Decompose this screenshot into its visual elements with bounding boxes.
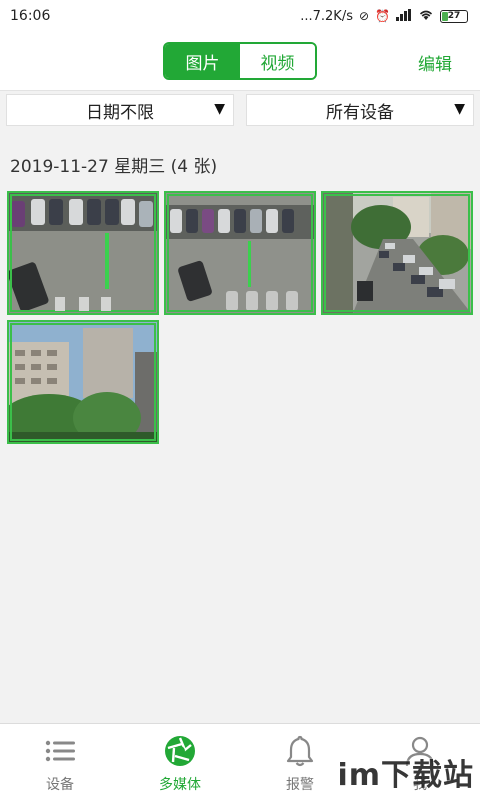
status-bar: 16:06 ...7.2K/s ⊘ ⏰ 27 — [0, 0, 480, 32]
top-bar: 图片 视频 编辑 — [0, 32, 480, 91]
date-filter-label: 日期不限 — [86, 102, 154, 123]
battery-level: 27 — [447, 11, 461, 21]
status-icons: ...7.2K/s ⊘ ⏰ 27 — [300, 8, 468, 24]
nav-label: 多媒体 — [159, 777, 201, 793]
bell-icon — [286, 735, 314, 767]
date-group-title: 2019-11-27 星期三 (4 张) — [10, 157, 218, 177]
list-icon — [45, 740, 75, 762]
photo-thumbnail[interactable] — [164, 191, 316, 315]
battery-icon: 27 — [440, 9, 468, 23]
edit-button[interactable]: 编辑 — [418, 50, 452, 75]
media-type-switch: 图片 视频 — [163, 42, 317, 80]
wifi-icon — [418, 9, 434, 24]
photo-thumbnail[interactable] — [321, 191, 473, 315]
dropdown-arrow-icon: ▼ — [214, 101, 225, 117]
tab-photos[interactable]: 图片 — [165, 44, 240, 78]
status-time: 16:06 — [10, 8, 51, 24]
camera-aperture-icon — [165, 736, 195, 766]
watermark-logo: im下载站 — [337, 758, 474, 793]
filter-bar: 日期不限 ▼ 所有设备 ▼ — [0, 94, 480, 130]
nav-label: 报警 — [286, 777, 314, 793]
mute-icon: ⊘ — [358, 9, 370, 23]
tab-videos[interactable]: 视频 — [240, 44, 315, 78]
device-filter-dropdown[interactable]: 所有设备 ▼ — [246, 94, 474, 126]
dropdown-arrow-icon: ▼ — [454, 101, 465, 117]
photo-thumbnail[interactable] — [7, 320, 159, 444]
alarm-icon: ⏰ — [375, 9, 390, 23]
device-filter-label: 所有设备 — [326, 102, 394, 123]
nav-label: 设备 — [46, 777, 74, 793]
network-speed: ...7.2K/s — [300, 8, 353, 24]
nav-devices[interactable]: 设备 — [0, 724, 120, 800]
date-filter-dropdown[interactable]: 日期不限 ▼ — [6, 94, 234, 126]
nav-multimedia[interactable]: 多媒体 — [120, 724, 240, 800]
signal-icon — [396, 8, 412, 24]
photo-thumbnail[interactable] — [7, 191, 159, 315]
